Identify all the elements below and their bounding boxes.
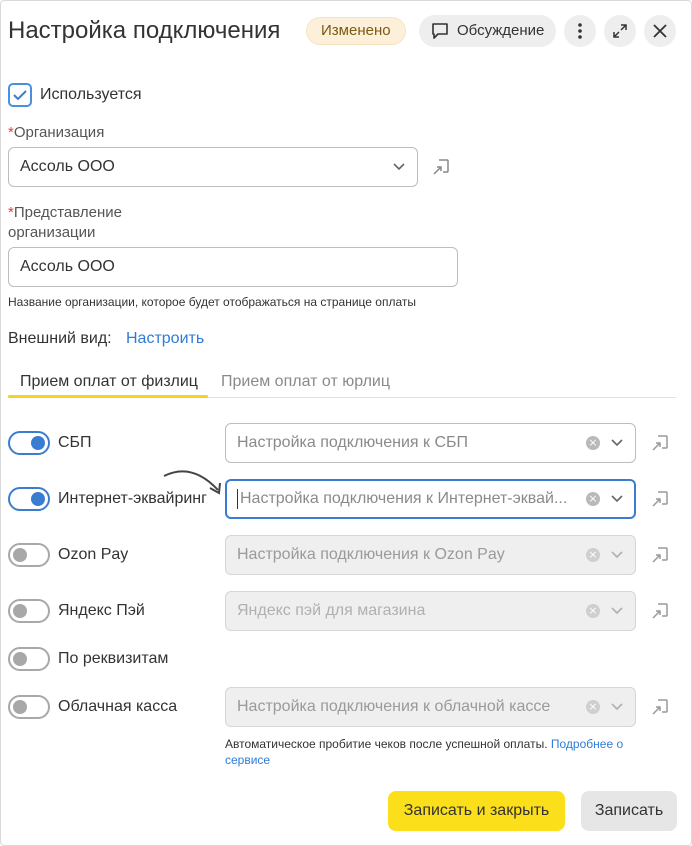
clear-icon[interactable]: × <box>586 436 600 450</box>
sbp-settings-select[interactable]: Настройка подключения к СБП × <box>225 423 636 463</box>
sbp-label: СБП <box>58 434 92 451</box>
cloud-cash-toggle[interactable] <box>8 695 50 719</box>
save-and-close-button[interactable]: Записать и закрыть <box>388 791 565 831</box>
clear-icon[interactable]: × <box>586 492 600 506</box>
yandex-pay-settings-value: Яндекс пэй для магазина <box>237 602 426 619</box>
chevron-down-icon <box>611 703 623 711</box>
appearance-label: Внешний вид: <box>8 330 112 347</box>
sbp-settings-value: Настройка подключения к СБП <box>237 434 469 451</box>
open-link-icon <box>652 547 668 563</box>
cloud-cash-more-link[interactable]: Подробнее о <box>551 737 623 751</box>
organization-label: *Организация <box>8 124 105 141</box>
yandex-pay-settings-select: Яндекс пэй для магазина × <box>225 591 636 631</box>
ozon-pay-label: Ozon Pay <box>58 546 129 563</box>
more-options-button[interactable] <box>564 15 596 47</box>
requisites-toggle[interactable] <box>8 647 50 671</box>
clear-icon: × <box>586 700 600 714</box>
open-link-icon <box>433 159 449 175</box>
cloud-cash-hint: Автоматическое пробитие чеков после успе… <box>225 737 624 767</box>
chevron-down-icon <box>611 551 623 559</box>
clear-icon: × <box>586 548 600 562</box>
open-link-icon <box>652 699 668 715</box>
chat-icon <box>432 23 448 39</box>
active-tab-indicator <box>8 395 208 398</box>
open-link-icon <box>652 491 668 507</box>
used-checkbox[interactable] <box>8 83 32 107</box>
used-checkbox-label: Используется <box>40 86 142 103</box>
open-link-icon <box>652 435 668 451</box>
internet-acquiring-toggle[interactable] <box>8 487 50 511</box>
sbp-toggle[interactable] <box>8 431 50 455</box>
requisites-label: По реквизитам <box>58 650 169 667</box>
text-cursor <box>237 489 238 509</box>
close-icon <box>653 24 667 38</box>
curved-arrow-icon <box>163 470 221 495</box>
close-button[interactable] <box>644 15 676 47</box>
yandex-pay-label: Яндекс Пэй <box>58 602 145 619</box>
status-badge: Изменено <box>306 17 406 45</box>
expand-icon <box>613 24 627 38</box>
org-presentation-hint: Название организации, которое будет отоб… <box>8 295 416 309</box>
org-presentation-label: *Представление организации <box>8 204 123 241</box>
discussion-button[interactable]: Обсуждение <box>419 15 556 47</box>
open-sbp-button[interactable] <box>650 433 670 458</box>
internet-acquiring-settings-select[interactable]: Настройка подключения к Интернет-эквай..… <box>225 479 636 519</box>
open-yandex-pay-button[interactable] <box>650 601 670 626</box>
chevron-down-icon <box>611 607 623 615</box>
ozon-pay-settings-select: Настройка подключения к Ozon Pay × <box>225 535 636 575</box>
yandex-pay-toggle[interactable] <box>8 599 50 623</box>
ozon-pay-toggle[interactable] <box>8 543 50 567</box>
open-organization-button[interactable] <box>431 157 451 182</box>
cloud-cash-settings-select: Настройка подключения к облачной кассе × <box>225 687 636 727</box>
open-internet-acquiring-button[interactable] <box>650 489 670 514</box>
chevron-down-icon <box>611 439 623 447</box>
tab-individuals[interactable]: Прием оплат от физлиц <box>20 371 198 393</box>
organization-value: Ассоль ООО <box>20 158 115 175</box>
more-vertical-icon <box>578 23 582 39</box>
internet-acquiring-settings-value: Настройка подключения к Интернет-эквай..… <box>240 490 568 507</box>
cloud-cash-settings-value: Настройка подключения к облачной кассе <box>237 698 551 715</box>
checkmark-icon <box>13 90 27 101</box>
organization-select[interactable]: Ассоль ООО <box>8 147 418 187</box>
cloud-cash-more-link-cont[interactable]: сервисе <box>225 753 270 767</box>
org-presentation-value: Ассоль ООО <box>20 258 115 275</box>
open-ozon-pay-button[interactable] <box>650 545 670 570</box>
chevron-down-icon <box>393 163 405 171</box>
discussion-label: Обсуждение <box>457 22 545 39</box>
ozon-pay-settings-value: Настройка подключения к Ozon Pay <box>237 546 505 563</box>
clear-icon: × <box>586 604 600 618</box>
expand-button[interactable] <box>604 15 636 47</box>
dialog-title: Настройка подключения <box>8 17 281 44</box>
save-button[interactable]: Записать <box>581 791 677 831</box>
open-cloud-cash-button[interactable] <box>650 697 670 722</box>
appearance-configure-link[interactable]: Настроить <box>126 330 204 348</box>
open-link-icon <box>652 603 668 619</box>
cloud-cash-label: Облачная касса <box>58 698 178 715</box>
tab-legal-entities[interactable]: Прием оплат от юрлиц <box>221 371 390 393</box>
org-presentation-input[interactable]: Ассоль ООО <box>8 247 458 287</box>
chevron-down-icon <box>611 495 623 503</box>
